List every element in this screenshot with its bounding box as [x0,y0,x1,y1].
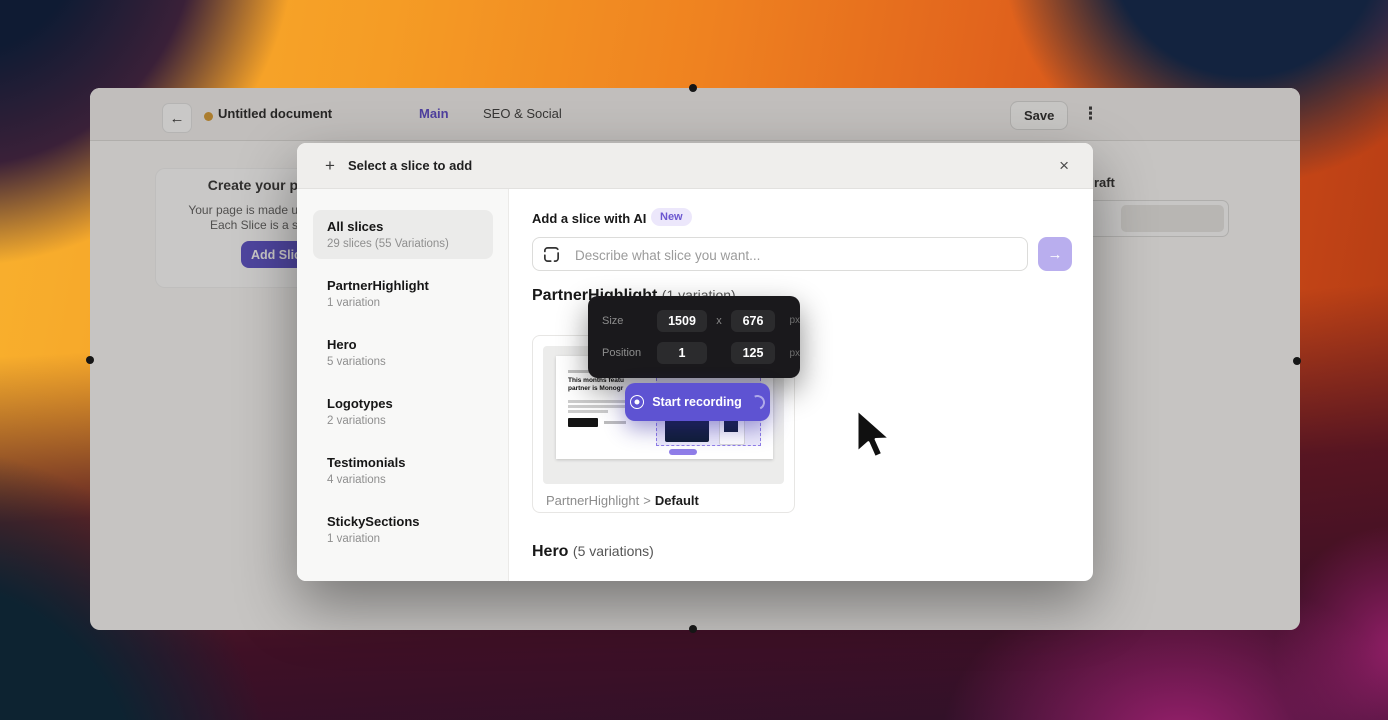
arrow-right-icon: → [1048,246,1063,263]
capture-handle-left[interactable] [86,356,94,364]
capture-handle-right[interactable] [1293,357,1301,365]
size-width-field[interactable]: 1509 [657,310,707,332]
size-height-field[interactable]: 676 [731,310,775,332]
mini-paragraph-bar [568,405,628,408]
sidebar-item-name: Hero [327,337,479,352]
sidebar-item-sub: 29 slices (55 Variations) [327,238,479,250]
slice-ai-icon [542,245,561,264]
caption-variant: Default [655,493,699,508]
slice-sidebar: All slices 29 slices (55 Variations) Par… [297,189,509,581]
modal-content: Add a slice with AI New → PartnerHighlig… [509,189,1093,581]
send-button[interactable]: → [1038,237,1072,271]
capture-handle-top[interactable] [689,84,697,92]
desktop-wallpaper: ← Untitled document Main SEO & Social Sa… [0,0,1388,720]
mini-paragraph-bar [568,410,608,413]
modal-title: Select a slice to add [348,158,472,173]
size-unit: px [780,315,800,326]
sidebar-item-testimonials[interactable]: Testimonials 4 variations [313,446,493,495]
mini-link-bar [604,421,626,424]
caption-path: PartnerHighlight [546,493,639,508]
sidebar-item-sub: 1 variation [327,533,479,545]
record-icon [630,395,644,409]
section-name: Hero [532,543,568,560]
sidebar-item-partnerhighlight[interactable]: PartnerHighlight 1 variation [313,269,493,318]
mini-title: This months featu partner is Monogr [568,377,624,393]
capture-handle-bottom[interactable] [689,625,697,633]
position-label: Position [602,347,652,359]
sidebar-item-name: Testimonials [327,455,479,470]
times-separator: x [712,315,726,327]
modal-header: + Select a slice to add × [297,143,1093,189]
start-recording-button[interactable]: Start recording [625,383,770,421]
sidebar-item-all-slices[interactable]: All slices 29 slices (55 Variations) [313,210,493,259]
recorder-size-row: Size 1509 x 676 px [602,307,800,335]
size-label: Size [602,315,652,327]
sidebar-item-name: All slices [327,219,479,234]
mini-pill [669,449,697,455]
caption-separator: > [643,493,651,508]
section-count: (5 variations) [573,543,654,559]
sidebar-item-name: StickySections [327,514,479,529]
start-recording-label: Start recording [652,395,742,409]
sidebar-item-sub: 4 variations [327,474,479,486]
sidebar-item-hero[interactable]: Hero 5 variations [313,328,493,377]
sidebar-item-logotypes[interactable]: Logotypes 2 variations [313,387,493,436]
ai-prompt-input[interactable] [573,239,1017,271]
ai-section-label: Add a slice with AI [532,211,646,226]
close-icon[interactable]: × [1053,155,1075,177]
mini-button [568,418,598,427]
new-badge: New [651,208,692,226]
sidebar-item-stickysections[interactable]: StickySections 1 variation [313,505,493,554]
slice-card-caption: PartnerHighlight > Default [546,493,699,508]
position-unit: px [780,348,800,359]
position-y-field[interactable]: 125 [731,342,775,364]
position-x-field[interactable]: 1 [657,342,707,364]
plus-icon: + [325,156,335,176]
recorder-dimensions-panel: Size 1509 x 676 px Position 1 125 px [588,296,800,378]
sidebar-item-name: Logotypes [327,396,479,411]
section-heading-hero: Hero (5 variations) [532,543,654,561]
spinner-icon [748,392,767,411]
recorder-position-row: Position 1 125 px [602,340,800,368]
sidebar-item-sub: 5 variations [327,356,479,368]
sidebar-item-sub: 1 variation [327,297,479,309]
mouse-cursor [855,408,897,466]
ai-input-wrap [532,237,1028,271]
sidebar-item-name: PartnerHighlight [327,278,479,293]
mini-paragraph-bar [568,400,632,403]
sidebar-item-sub: 2 variations [327,415,479,427]
